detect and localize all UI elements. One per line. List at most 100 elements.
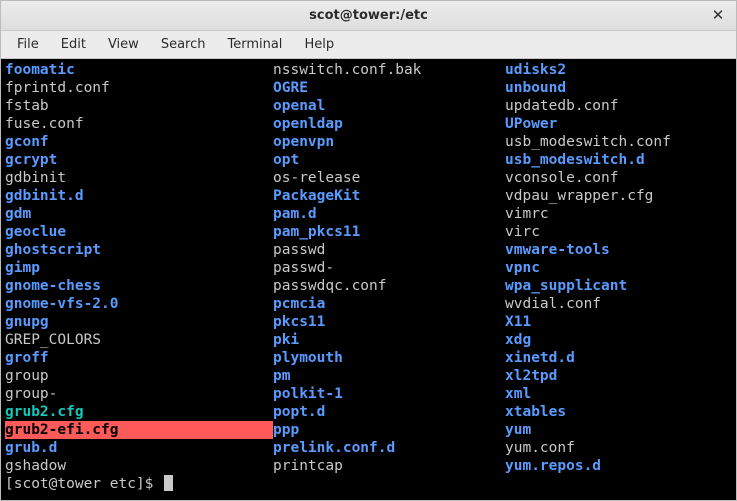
- listing-row: fstabopenalupdatedb.conf: [5, 97, 732, 115]
- listing-entry: xdg: [505, 331, 531, 349]
- listing-entry: groff: [5, 349, 273, 367]
- listing-entry: vpnc: [505, 259, 540, 277]
- listing-entry: prelink.conf.d: [273, 439, 505, 457]
- listing-entry: xtables: [505, 403, 566, 421]
- menu-help[interactable]: Help: [294, 34, 344, 55]
- listing-entry: xinetd.d: [505, 349, 575, 367]
- listing-entry: yum: [505, 421, 531, 439]
- listing-entry: gdm: [5, 205, 273, 223]
- listing-entry: yum.repos.d: [505, 457, 601, 475]
- listing-entry: gnome-vfs-2.0: [5, 295, 273, 313]
- listing-entry: gimp: [5, 259, 273, 277]
- listing-entry: X11: [505, 313, 531, 331]
- listing-entry: ghostscript: [5, 241, 273, 259]
- terminal-output[interactable]: foomaticnsswitch.conf.bakudisks2fprintd.…: [1, 59, 736, 500]
- listing-entry: ppp: [273, 421, 505, 439]
- listing-entry: printcap: [273, 457, 505, 475]
- listing-entry: udisks2: [505, 61, 566, 79]
- listing-entry: vdpau_wrapper.cfg: [505, 187, 653, 205]
- listing-row: fprintd.confOGREunbound: [5, 79, 732, 97]
- listing-entry: pki: [273, 331, 505, 349]
- listing-entry: passwdqc.conf: [273, 277, 505, 295]
- listing-entry: group-: [5, 385, 273, 403]
- menu-search[interactable]: Search: [151, 34, 216, 55]
- listing-row: gnupgpkcs11X11: [5, 313, 732, 331]
- listing-entry: gshadow: [5, 457, 273, 475]
- listing-entry: usb_modeswitch.d: [505, 151, 645, 169]
- listing-row: gnome-vfs-2.0pcmciawvdial.conf: [5, 295, 732, 313]
- listing-entry: nsswitch.conf.bak: [273, 61, 505, 79]
- listing-entry: gconf: [5, 133, 273, 151]
- menu-terminal[interactable]: Terminal: [217, 34, 292, 55]
- listing-entry: pm: [273, 367, 505, 385]
- close-button[interactable]: ✕: [708, 5, 728, 25]
- listing-row: grub.dprelink.conf.dyum.conf: [5, 439, 732, 457]
- listing-row: grub2-efi.cfgpppyum: [5, 421, 732, 439]
- listing-entry: gcrypt: [5, 151, 273, 169]
- listing-row: gcryptoptusb_modeswitch.d: [5, 151, 732, 169]
- listing-entry: popt.d: [273, 403, 505, 421]
- listing-entry: group: [5, 367, 273, 385]
- listing-row: foomaticnsswitch.conf.bakudisks2: [5, 61, 732, 79]
- listing-row: grub2.cfgpopt.dxtables: [5, 403, 732, 421]
- listing-entry: xml: [505, 385, 531, 403]
- terminal-window: scot@tower:/etc ✕ File Edit View Search …: [0, 0, 737, 501]
- menu-view[interactable]: View: [98, 34, 149, 55]
- menu-file[interactable]: File: [7, 34, 49, 55]
- listing-entry: openvpn: [273, 133, 505, 151]
- listing-entry: openal: [273, 97, 505, 115]
- listing-entry: pam_pkcs11: [273, 223, 505, 241]
- listing-entry: OGRE: [273, 79, 505, 97]
- listing-row: GREP_COLORSpkixdg: [5, 331, 732, 349]
- close-icon: ✕: [712, 6, 725, 24]
- listing-entry: gnome-chess: [5, 277, 273, 295]
- prompt-line[interactable]: [scot@tower etc]$: [5, 475, 732, 493]
- listing-entry: polkit-1: [273, 385, 505, 403]
- listing-entry: usb_modeswitch.conf: [505, 133, 671, 151]
- listing-row: groffplymouthxinetd.d: [5, 349, 732, 367]
- listing-row: fuse.confopenldapUPower: [5, 115, 732, 133]
- listing-entry: unbound: [505, 79, 566, 97]
- listing-entry: fstab: [5, 97, 273, 115]
- listing-entry: grub2-efi.cfg: [5, 421, 273, 439]
- menu-edit[interactable]: Edit: [51, 34, 96, 55]
- listing-entry: PackageKit: [273, 187, 505, 205]
- listing-entry: gdbinit.d: [5, 187, 273, 205]
- titlebar: scot@tower:/etc ✕: [1, 1, 736, 31]
- listing-entry: os-release: [273, 169, 505, 187]
- listing-entry: pam.d: [273, 205, 505, 223]
- listing-row: group-polkit-1xml: [5, 385, 732, 403]
- listing-row: gshadowprintcapyum.repos.d: [5, 457, 732, 475]
- listing-entry: gnupg: [5, 313, 273, 331]
- listing-row: gdmpam.dvimrc: [5, 205, 732, 223]
- listing-entry: pkcs11: [273, 313, 505, 331]
- listing-entry: passwd: [273, 241, 505, 259]
- listing-row: grouppmxl2tpd: [5, 367, 732, 385]
- menubar: File Edit View Search Terminal Help: [1, 31, 736, 59]
- cursor: [164, 475, 173, 491]
- listing-row: gdbinitos-releasevconsole.conf: [5, 169, 732, 187]
- listing-entry: xl2tpd: [505, 367, 557, 385]
- listing-entry: vimrc: [505, 205, 549, 223]
- listing-entry: GREP_COLORS: [5, 331, 273, 349]
- prompt-text: [scot@tower etc]$: [5, 475, 162, 493]
- listing-entry: opt: [273, 151, 505, 169]
- listing-entry: grub.d: [5, 439, 273, 457]
- listing-row: gconfopenvpnusb_modeswitch.conf: [5, 133, 732, 151]
- listing-entry: openldap: [273, 115, 505, 133]
- listing-entry: virc: [505, 223, 540, 241]
- listing-entry: fprintd.conf: [5, 79, 273, 97]
- listing-row: geocluepam_pkcs11virc: [5, 223, 732, 241]
- window-title: scot@tower:/etc: [1, 8, 736, 23]
- listing-entry: wvdial.conf: [505, 295, 601, 313]
- listing-entry: wpa_supplicant: [505, 277, 627, 295]
- listing-row: ghostscriptpasswdvmware-tools: [5, 241, 732, 259]
- listing-entry: updatedb.conf: [505, 97, 619, 115]
- listing-row: gdbinit.dPackageKitvdpau_wrapper.cfg: [5, 187, 732, 205]
- listing-entry: gdbinit: [5, 169, 273, 187]
- listing-entry: foomatic: [5, 61, 273, 79]
- listing-row: gimppasswd-vpnc: [5, 259, 732, 277]
- listing-row: gnome-chesspasswdqc.confwpa_supplicant: [5, 277, 732, 295]
- listing-entry: UPower: [505, 115, 557, 133]
- listing-entry: vconsole.conf: [505, 169, 619, 187]
